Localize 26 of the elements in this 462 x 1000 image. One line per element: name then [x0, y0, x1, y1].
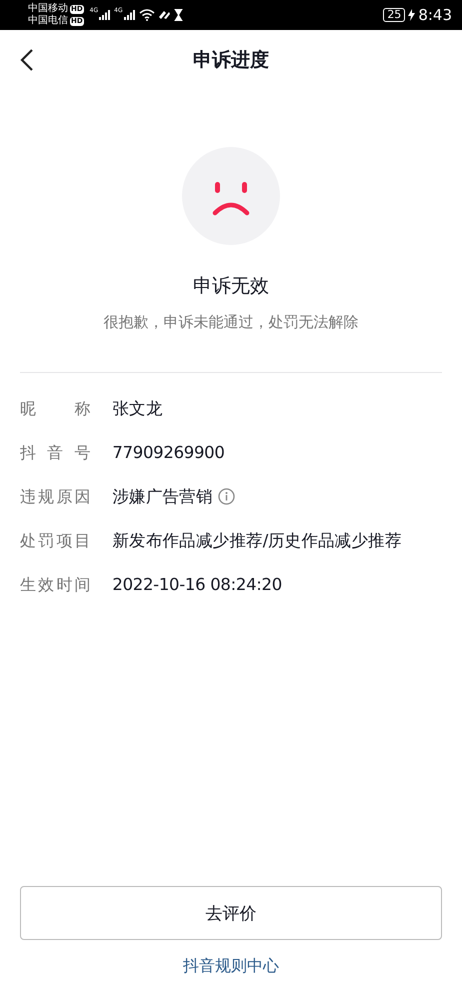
- detail-label: 生效时间: [20, 574, 90, 596]
- wifi-icon: [138, 9, 155, 21]
- clock: 8:43: [418, 6, 452, 24]
- result-message: 很抱歉，申诉未能通过，处罚无法解除: [104, 313, 358, 332]
- rate-button[interactable]: 去评价: [20, 886, 442, 940]
- hourglass-icon: [174, 9, 183, 21]
- result-title: 申诉无效: [193, 274, 269, 299]
- detail-value: 新发布作品减少推荐/历史作品减少推荐: [112, 530, 402, 552]
- rules-center-link[interactable]: 抖音规则中心: [183, 956, 279, 977]
- detail-label: 违规原因: [20, 486, 90, 508]
- detail-value: 涉嫌广告营销: [112, 486, 213, 508]
- carrier-name: 中国移动: [28, 3, 68, 14]
- info-icon[interactable]: [218, 488, 235, 505]
- detail-label: 抖音号: [20, 442, 90, 464]
- detail-value: 77909269900: [112, 442, 225, 464]
- signal-icon: [99, 10, 112, 20]
- signal-icon: [124, 10, 136, 20]
- detail-value: 张文龙: [112, 398, 162, 420]
- sad-face-icon: [182, 147, 280, 245]
- detail-label: 处罚项目: [20, 530, 90, 552]
- page-title: 申诉进度: [193, 48, 269, 73]
- battery-level: 25: [383, 8, 406, 22]
- carrier-name: 中国电信: [28, 15, 68, 27]
- charging-icon: [408, 9, 416, 21]
- detail-label: 昵称: [20, 398, 90, 420]
- detail-value: 2022-10-16 08:24:20: [112, 574, 282, 596]
